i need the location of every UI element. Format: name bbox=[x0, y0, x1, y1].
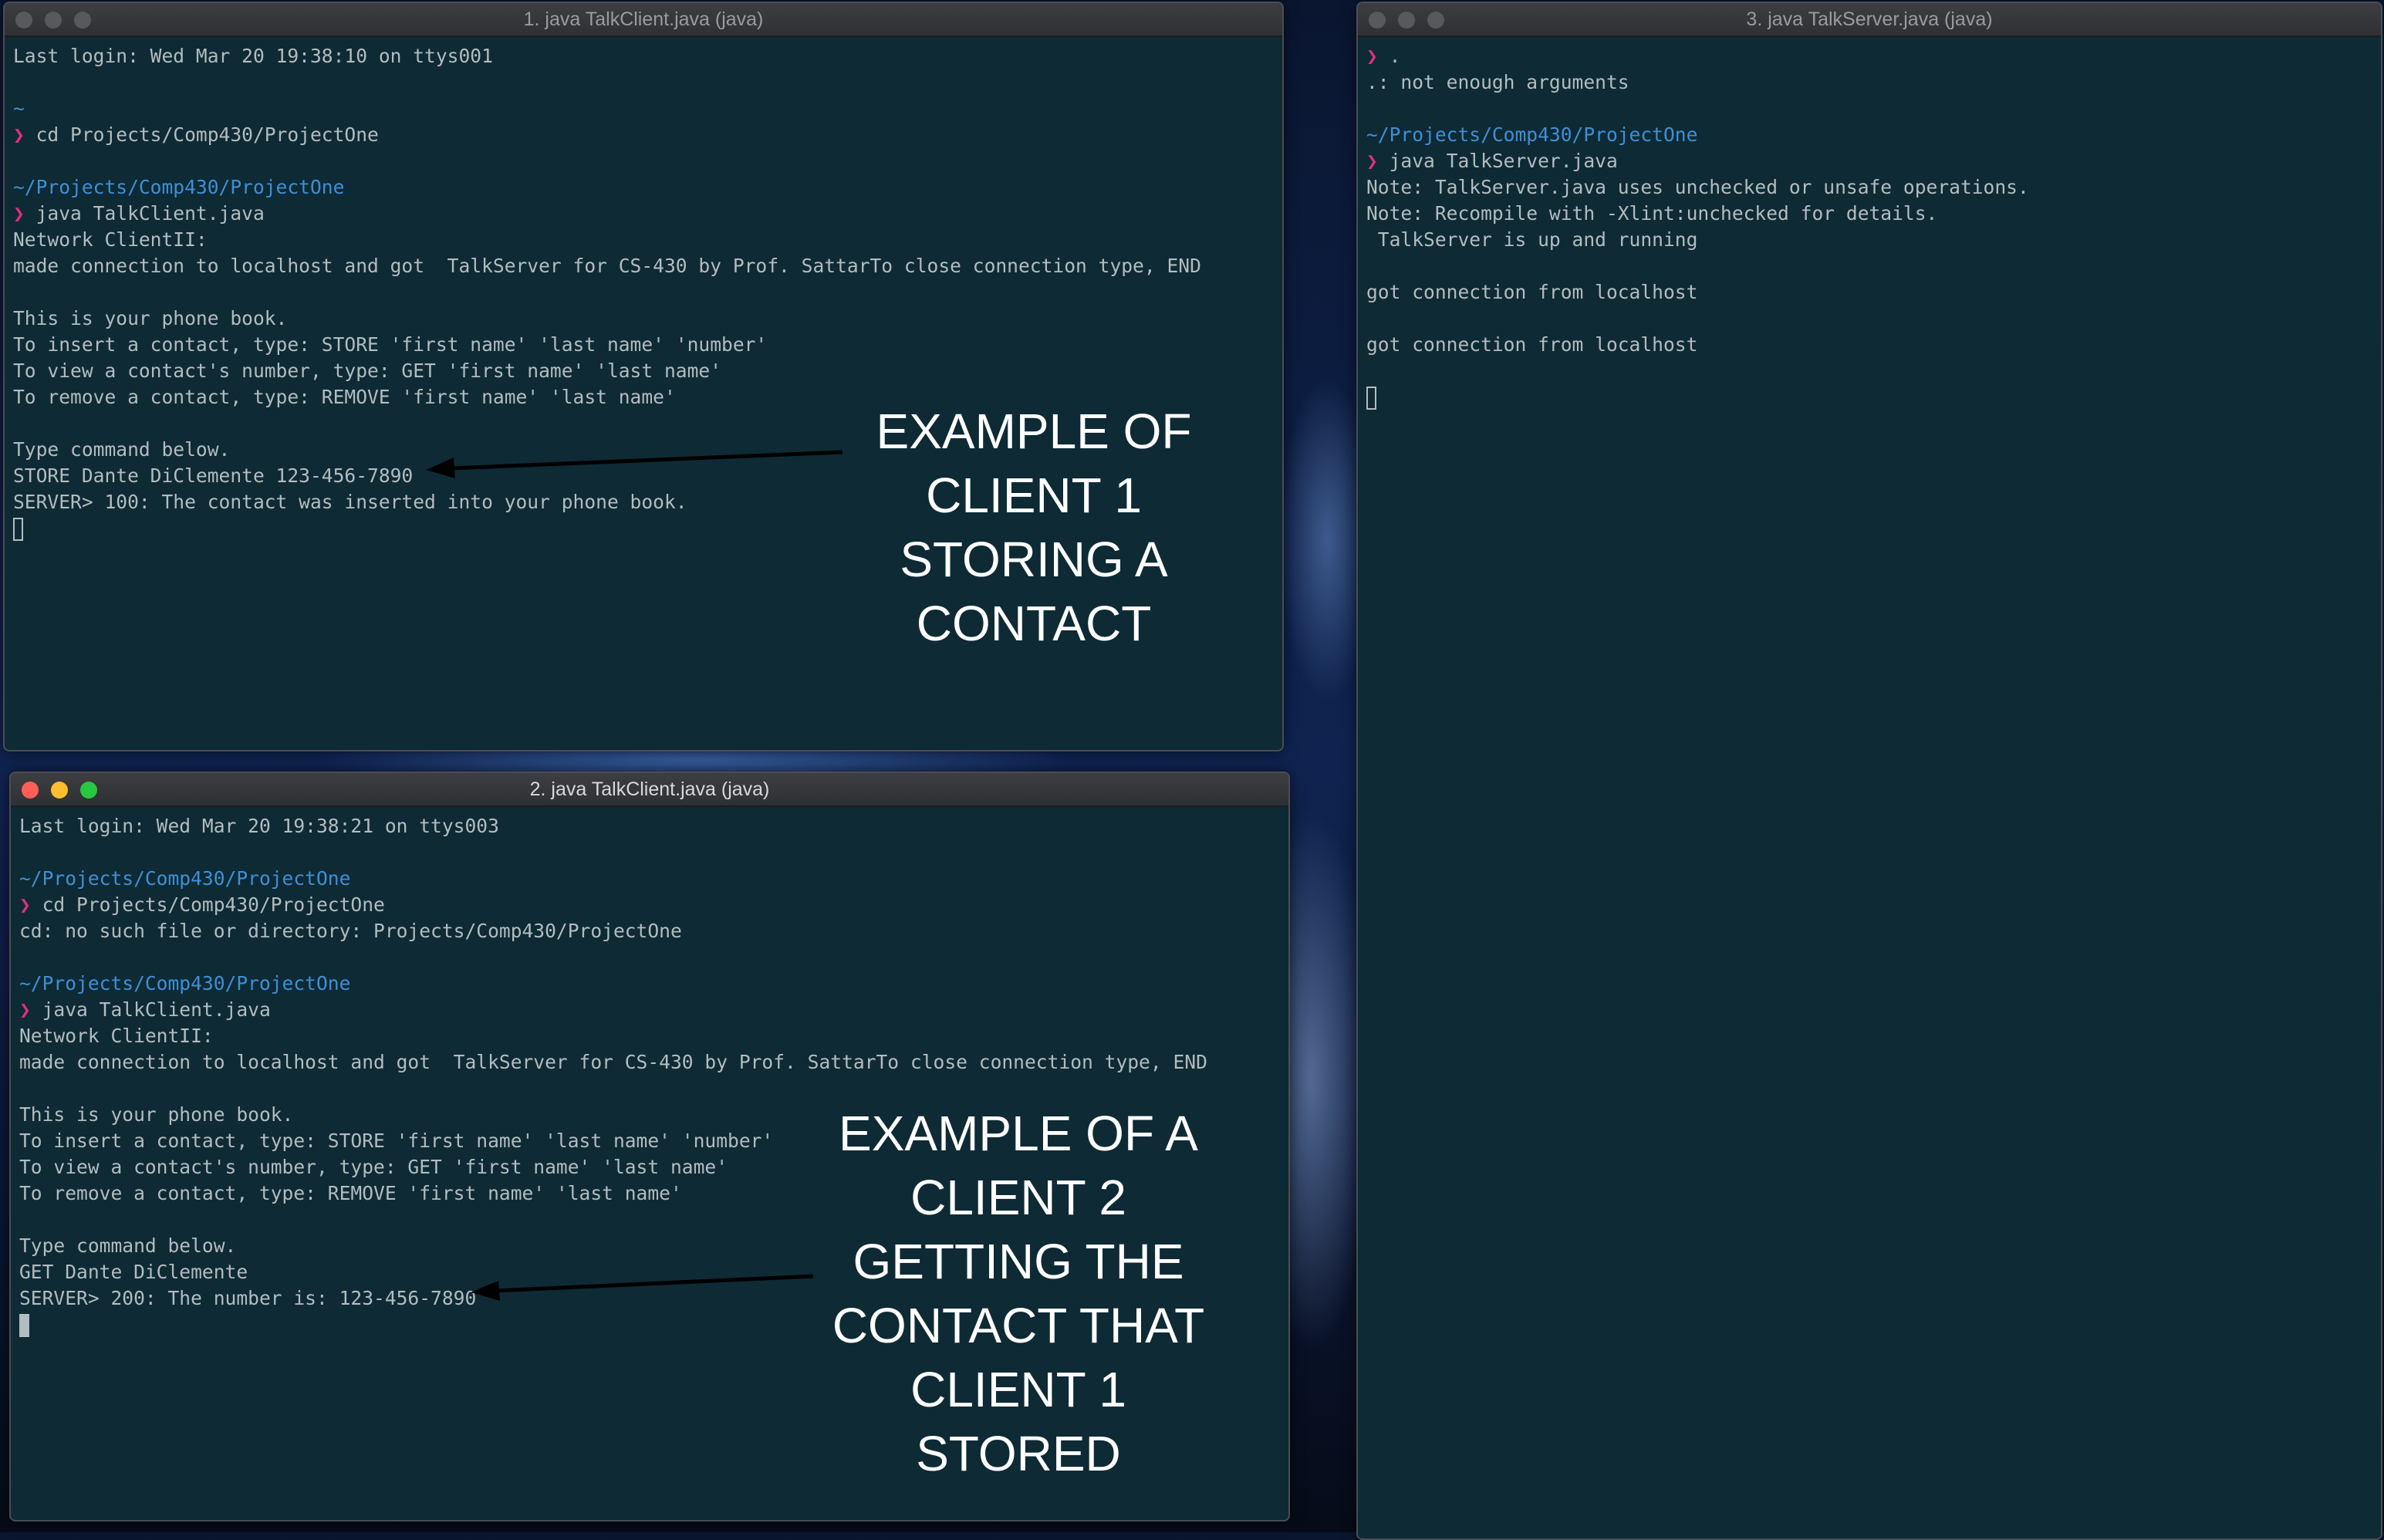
terminal-line: Last login: Wed Mar 20 19:38:10 on ttys0… bbox=[13, 45, 493, 67]
cwd-path: ~/Projects/Comp430/ProjectOne bbox=[1366, 123, 1698, 146]
annotation-line: CONTACT bbox=[916, 596, 1152, 651]
text-cursor bbox=[13, 518, 23, 541]
annotation-line: EXAMPLE OF A bbox=[839, 1106, 1198, 1161]
prompt-icon: ❯ bbox=[13, 123, 25, 146]
terminal-line: ❯ . bbox=[1366, 45, 1401, 67]
terminal-line: Last login: Wed Mar 20 19:38:21 on ttys0… bbox=[19, 815, 499, 837]
annotation-line: EXAMPLE OF bbox=[876, 404, 1192, 459]
window-title: 3. java TalkServer.java (java) bbox=[1746, 8, 1993, 30]
prompt-icon: ❯ bbox=[1366, 45, 1378, 67]
annotation-line: CLIENT 1 bbox=[910, 1362, 1126, 1417]
terminal-line: This is your phone book. bbox=[13, 307, 288, 329]
terminal-line: TalkServer is up and running bbox=[1366, 228, 1698, 251]
terminal-line: got connection from localhost bbox=[1366, 333, 1698, 356]
terminal-line: ❯ java TalkClient.java bbox=[13, 202, 265, 225]
window-title: 1. java TalkClient.java (java) bbox=[523, 8, 764, 30]
terminal-line: ❯ cd Projects/Comp430/ProjectOne bbox=[19, 893, 385, 916]
terminal-window-3[interactable]: 3. java TalkServer.java (java) ❯ . .: no… bbox=[1356, 2, 2382, 1540]
annotation-line: CONTACT THAT bbox=[832, 1298, 1205, 1353]
cwd-path: ~ bbox=[13, 97, 25, 120]
terminal-output[interactable]: ❯ . .: not enough arguments ~/Projects/C… bbox=[1358, 37, 2381, 1538]
terminal-line: .: not enough arguments bbox=[1366, 71, 1629, 93]
cursor-line bbox=[1366, 384, 2372, 410]
text-cursor bbox=[19, 1314, 29, 1337]
prompt-icon: ❯ bbox=[19, 893, 31, 916]
titlebar[interactable]: 3. java TalkServer.java (java) bbox=[1358, 3, 2381, 37]
window-title: 2. java TalkClient.java (java) bbox=[529, 778, 770, 800]
titlebar[interactable]: 1. java TalkClient.java (java) bbox=[5, 3, 1282, 37]
terminal-line: ❯ cd Projects/Comp430/ProjectOne bbox=[13, 123, 379, 146]
cwd-path: ~/Projects/Comp430/ProjectOne bbox=[19, 867, 351, 890]
terminal-line: Network ClientII: bbox=[19, 1025, 214, 1047]
terminal-line: Network ClientII: bbox=[13, 228, 208, 251]
prompt-icon: ❯ bbox=[19, 998, 31, 1021]
cwd-path: ~/Projects/Comp430/ProjectOne bbox=[13, 176, 345, 198]
terminal-line: ❯ java TalkClient.java bbox=[19, 998, 271, 1021]
annotation-line: STORING A bbox=[900, 532, 1168, 587]
titlebar[interactable]: 2. java TalkClient.java (java) bbox=[11, 773, 1288, 807]
prompt-icon: ❯ bbox=[13, 202, 25, 225]
terminal-line: cd: no such file or directory: Projects/… bbox=[19, 920, 682, 942]
cwd-path: ~/Projects/Comp430/ProjectOne bbox=[19, 972, 351, 995]
prompt-icon: ❯ bbox=[1366, 150, 1378, 172]
annotation-client-1: EXAMPLE OF CLIENT 1 STORING A CONTACT bbox=[841, 400, 1227, 656]
terminal-line: Note: TalkServer.java uses unchecked or … bbox=[1366, 176, 2029, 198]
terminal-line: To view a contact's number, type: GET 'f… bbox=[13, 360, 722, 382]
terminal-line: To insert a contact, type: STORE 'first … bbox=[13, 333, 768, 356]
text-cursor bbox=[1366, 387, 1376, 410]
annotation-line: GETTING THE bbox=[853, 1234, 1184, 1289]
terminal-line: Note: Recompile with -Xlint:unchecked fo… bbox=[1366, 202, 1938, 225]
annotation-line: CLIENT 2 bbox=[910, 1170, 1126, 1225]
terminal-line: ❯ java TalkServer.java bbox=[1366, 150, 1618, 172]
annotation-line: STORED bbox=[916, 1426, 1121, 1481]
terminal-line: made connection to localhost and got Tal… bbox=[13, 255, 1201, 277]
annotation-client-2: EXAMPLE OF A CLIENT 2 GETTING THE CONTAC… bbox=[802, 1102, 1234, 1486]
terminal-line: got connection from localhost bbox=[1366, 281, 1698, 303]
annotation-line: CLIENT 1 bbox=[926, 468, 1142, 523]
terminal-line: made connection to localhost and got Tal… bbox=[19, 1051, 1207, 1073]
